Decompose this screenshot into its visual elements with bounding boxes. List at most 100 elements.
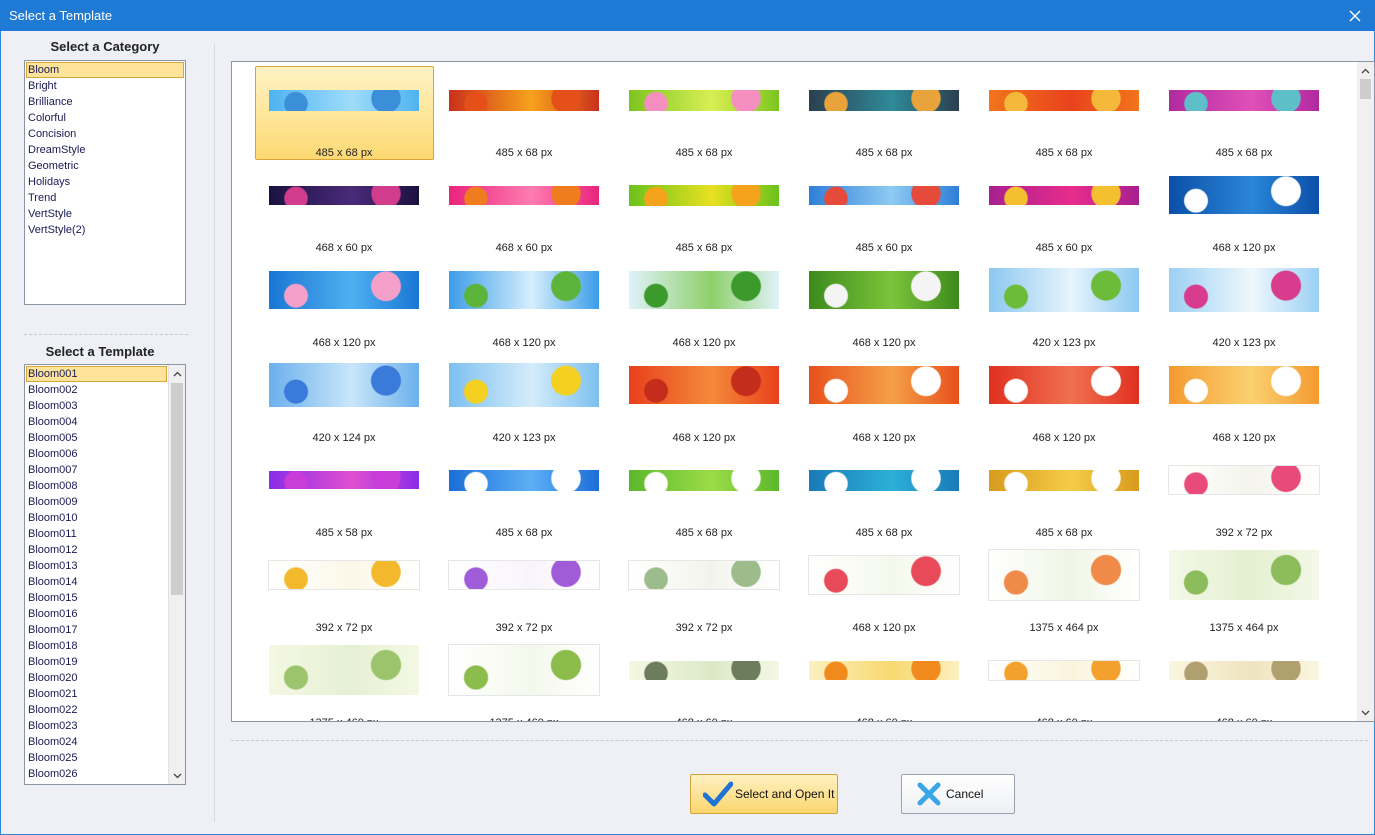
list-item[interactable]: Bloom <box>26 62 184 78</box>
list-item[interactable]: Bloom017 <box>26 622 167 638</box>
list-item[interactable]: Bloom024 <box>26 734 167 750</box>
template-thumbnail[interactable]: 420 x 123 px <box>974 255 1154 350</box>
list-item[interactable]: Bloom012 <box>26 542 167 558</box>
thumbnail-frame <box>1169 65 1319 135</box>
list-item[interactable]: Bloom016 <box>26 606 167 622</box>
list-item[interactable]: Bloom013 <box>26 558 167 574</box>
list-item[interactable]: Bloom015 <box>26 590 167 606</box>
list-item[interactable]: Bloom025 <box>26 750 167 766</box>
category-list[interactable]: Bloom Bright Brilliance Colorful Concision Dr… <box>24 60 186 305</box>
list-item[interactable]: Bloom023 <box>26 718 167 734</box>
scroll-down-arrow[interactable] <box>169 767 185 784</box>
list-item[interactable]: Bloom022 <box>26 702 167 718</box>
template-thumbnail[interactable]: 392 x 72 px <box>614 540 794 635</box>
list-item[interactable]: Bloom008 <box>26 478 167 494</box>
template-thumbnail[interactable]: 1375 x 464 px <box>1154 540 1334 635</box>
list-item[interactable]: Bloom005 <box>26 430 167 446</box>
list-item[interactable]: Bloom018 <box>26 638 167 654</box>
template-thumbnail[interactable]: 420 x 123 px <box>1154 255 1334 350</box>
list-item[interactable]: Bloom007 <box>26 462 167 478</box>
template-thumbnail[interactable]: 468 x 120 px <box>794 255 974 350</box>
list-item[interactable]: Bloom009 <box>26 494 167 510</box>
thumbnail-frame <box>449 350 599 420</box>
template-thumbnail[interactable]: 468 x 120 px <box>1154 160 1334 255</box>
template-thumbnail[interactable]: 420 x 124 px <box>254 350 434 445</box>
template-thumbnail[interactable]: 468 x 120 px <box>794 540 974 635</box>
list-item[interactable]: VertStyle <box>26 206 184 222</box>
template-thumbnail[interactable]: 468 x 60 px <box>434 160 614 255</box>
template-size-label: 420 x 123 px <box>1032 337 1096 349</box>
template-thumbnail[interactable]: 485 x 58 px <box>254 445 434 540</box>
gallery-scroll-thumb[interactable] <box>1360 79 1371 99</box>
template-thumbnail[interactable]: 468 x 120 px <box>254 255 434 350</box>
list-item[interactable]: Holidays <box>26 174 184 190</box>
template-thumbnail[interactable]: 468 x 120 px <box>1154 350 1334 445</box>
template-size-label: 468 x 120 px <box>1212 242 1276 254</box>
list-item[interactable]: Bloom002 <box>26 382 167 398</box>
template-thumbnail[interactable]: 468 x 120 px <box>974 350 1154 445</box>
close-button[interactable] <box>1335 0 1375 31</box>
list-item[interactable]: Concision <box>26 126 184 142</box>
template-thumbnail[interactable]: 392 x 72 px <box>254 540 434 635</box>
template-thumbnail[interactable]: 468 x 120 px <box>794 350 974 445</box>
template-list[interactable]: Bloom001 Bloom002 Bloom003 Bloom004 Bloom005… <box>24 364 186 785</box>
template-thumbnail[interactable]: 1375 x 460 px <box>254 635 434 721</box>
template-thumbnail[interactable]: 485 x 68 px <box>974 445 1154 540</box>
banner-preview <box>449 469 599 491</box>
template-thumbnail[interactable]: 468 x 60 px <box>1154 635 1334 721</box>
list-item[interactable]: Bloom003 <box>26 398 167 414</box>
template-thumbnail[interactable]: 485 x 68 px <box>794 65 974 160</box>
cancel-button[interactable]: Cancel <box>901 774 1015 814</box>
template-thumbnail[interactable]: 485 x 60 px <box>794 160 974 255</box>
list-item[interactable]: DreamStyle <box>26 142 184 158</box>
template-thumbnail[interactable]: 468 x 60 px <box>254 160 434 255</box>
template-thumbnail[interactable]: 468 x 120 px <box>434 255 614 350</box>
template-thumbnail[interactable]: 468 x 120 px <box>614 255 794 350</box>
gallery-scrollbar[interactable] <box>1357 62 1374 721</box>
list-item[interactable]: Colorful <box>26 110 184 126</box>
gallery-scroll-down[interactable] <box>1357 704 1374 721</box>
list-item[interactable]: Bloom019 <box>26 654 167 670</box>
scroll-up-arrow[interactable] <box>169 365 185 382</box>
template-thumbnail[interactable]: 485 x 68 px <box>614 160 794 255</box>
list-item[interactable]: Bloom006 <box>26 446 167 462</box>
template-thumbnail[interactable]: 485 x 68 px <box>254 65 434 160</box>
list-item[interactable]: Bright <box>26 78 184 94</box>
scroll-thumb[interactable] <box>171 383 183 595</box>
template-thumbnail[interactable]: 392 x 72 px <box>1154 445 1334 540</box>
banner-preview <box>449 271 599 309</box>
banner-preview <box>989 366 1139 404</box>
template-list-scrollbar[interactable] <box>168 365 185 784</box>
template-thumbnail[interactable]: 468 x 60 px <box>974 635 1154 721</box>
thumbnail-frame <box>1169 635 1319 705</box>
list-item[interactable]: Bloom001 <box>26 366 167 382</box>
template-thumbnail[interactable]: 420 x 123 px <box>434 350 614 445</box>
template-thumbnail[interactable]: 1375 x 464 px <box>974 540 1154 635</box>
list-item[interactable]: Geometric <box>26 158 184 174</box>
template-thumbnail[interactable]: 485 x 68 px <box>794 445 974 540</box>
template-thumbnail[interactable]: 485 x 68 px <box>1154 65 1334 160</box>
template-thumbnail[interactable]: 485 x 68 px <box>614 65 794 160</box>
list-item[interactable]: Bloom014 <box>26 574 167 590</box>
template-thumbnail[interactable]: 1375 x 460 px <box>434 635 614 721</box>
list-item[interactable]: Brilliance <box>26 94 184 110</box>
template-thumbnail[interactable]: 468 x 60 px <box>794 635 974 721</box>
template-thumbnail[interactable]: 485 x 60 px <box>974 160 1154 255</box>
list-item[interactable]: Bloom020 <box>26 670 167 686</box>
list-item[interactable]: Bloom021 <box>26 686 167 702</box>
template-thumbnail[interactable]: 485 x 68 px <box>974 65 1154 160</box>
gallery-scroll-up[interactable] <box>1357 62 1374 79</box>
select-and-open-button[interactable]: Select and Open It <box>690 774 838 814</box>
template-thumbnail[interactable]: 468 x 120 px <box>614 350 794 445</box>
list-item[interactable]: Bloom004 <box>26 414 167 430</box>
list-item[interactable]: Bloom011 <box>26 526 167 542</box>
list-item[interactable]: VertStyle(2) <box>26 222 184 238</box>
template-thumbnail[interactable]: 392 x 72 px <box>434 540 614 635</box>
list-item[interactable]: Bloom026 <box>26 766 167 782</box>
template-thumbnail[interactable]: 485 x 68 px <box>434 65 614 160</box>
template-thumbnail[interactable]: 468 x 60 px <box>614 635 794 721</box>
template-thumbnail[interactable]: 485 x 68 px <box>614 445 794 540</box>
list-item[interactable]: Bloom010 <box>26 510 167 526</box>
list-item[interactable]: Trend <box>26 190 184 206</box>
template-thumbnail[interactable]: 485 x 68 px <box>434 445 614 540</box>
